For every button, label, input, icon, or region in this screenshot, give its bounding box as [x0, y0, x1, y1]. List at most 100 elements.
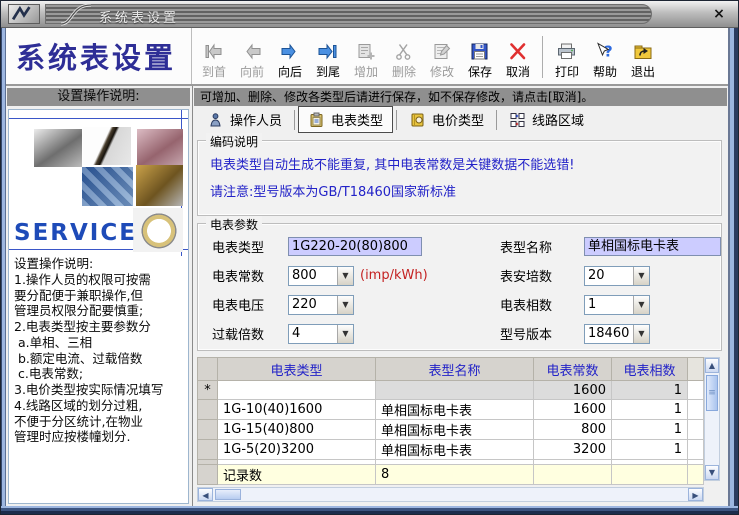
- ampere-combo[interactable]: 20 ▼: [584, 265, 650, 286]
- coding-note-2: 请注意:型号版本为GB/T18460国家新标准: [210, 185, 457, 200]
- ampere-label: 表安培数: [500, 270, 553, 285]
- cell-name[interactable]: [375, 380, 534, 400]
- goto-last-button[interactable]: 到尾: [309, 31, 347, 83]
- tab-meter-type[interactable]: 电表类型: [298, 106, 394, 133]
- tab-price-type[interactable]: 电价类型: [400, 107, 493, 132]
- meter-constant-label: 电表常数: [212, 270, 265, 285]
- combo-arrow-icon[interactable]: ▼: [337, 324, 353, 343]
- meter-constant-unit: (imp/kWh): [360, 268, 428, 283]
- prev-arrow-icon: [246, 43, 261, 59]
- go-next-button[interactable]: 向后: [271, 31, 309, 83]
- scrollbar-thumb[interactable]: [215, 489, 241, 500]
- col-phases[interactable]: 电表相数: [611, 357, 688, 381]
- phases-combo[interactable]: 1 ▼: [584, 294, 650, 315]
- col-meter-constant[interactable]: 电表常数: [533, 357, 612, 381]
- row-selector[interactable]: [197, 419, 218, 440]
- coding-description-group: 编码说明 电表类型自动生成不能重复, 其中电表常数是关键数据不能选错! 请注意:…: [197, 133, 722, 216]
- tab-separator: [496, 109, 498, 130]
- combo-arrow-icon[interactable]: ▼: [337, 266, 353, 285]
- delete-button[interactable]: 删除: [385, 31, 423, 83]
- add-record-icon: [358, 43, 375, 59]
- model-version-combo[interactable]: 18460 ▼: [584, 323, 650, 344]
- photo-tile-watch: [133, 208, 183, 252]
- window-title: 系统表设置: [99, 11, 180, 26]
- cell-constant[interactable]: 3200: [533, 439, 612, 460]
- cell-type[interactable]: 1G-15(40)800: [217, 419, 376, 440]
- scrollbar-track[interactable]: [705, 413, 719, 465]
- table-header-row: 电表类型 表型名称 电表常数 电表相数: [197, 357, 704, 381]
- tab-line-area[interactable]: 线路区域: [500, 107, 593, 132]
- cancel-button[interactable]: 取消: [499, 31, 537, 83]
- cell-phases[interactable]: 1: [611, 439, 688, 460]
- cell-phases[interactable]: 1: [611, 419, 688, 440]
- meter-type-field[interactable]: 1G220-20(80)800: [288, 237, 422, 256]
- table-row[interactable]: 1G-5(20)3200 单相国标电卡表 3200 1: [197, 439, 704, 460]
- help-button[interactable]: ? 帮助: [586, 31, 624, 83]
- photo-tile-photos: [137, 129, 183, 167]
- record-count-row: 记录数 8: [197, 464, 704, 485]
- voltage-label: 电表电压: [212, 299, 265, 314]
- modify-button[interactable]: 修改: [423, 31, 461, 83]
- col-meter-type[interactable]: 电表类型: [217, 357, 376, 381]
- horizontal-scrollbar[interactable]: ◀ ▶: [197, 487, 704, 502]
- cell-phases[interactable]: 1: [611, 399, 688, 420]
- meter-constant-combo[interactable]: 800 ▼: [288, 265, 354, 286]
- model-name-label: 表型名称: [500, 241, 553, 256]
- clipboard-icon: [310, 112, 323, 127]
- close-button[interactable]: ×: [709, 5, 729, 23]
- row-selector[interactable]: [197, 399, 218, 420]
- header-row: 系统表设置 到首 向前 向后 到尾 增加 删除 修改 保存 取消 打印 ? 帮助…: [1, 28, 738, 86]
- new-row-marker[interactable]: *: [197, 380, 218, 400]
- book-icon: [411, 113, 424, 126]
- svg-text:?: ?: [604, 42, 613, 60]
- photo-tile-keyboard: [82, 167, 133, 206]
- cell-type[interactable]: 1G-10(40)1600: [217, 399, 376, 420]
- scroll-right-icon[interactable]: ▶: [688, 488, 703, 501]
- exit-button[interactable]: 退出: [624, 31, 662, 83]
- cell-constant[interactable]: 1600: [533, 380, 612, 400]
- sidebar-panel: SERVICE 设置操作说明: 1.操作人员的权限可按需 要分配便于兼职操作,但…: [8, 109, 189, 504]
- cell-type[interactable]: [217, 380, 376, 400]
- window-border-bottom: [1, 506, 738, 514]
- model-name-field[interactable]: 单相国标电卡表: [584, 237, 721, 256]
- scrollbar-track[interactable]: [243, 488, 688, 501]
- meter-type-label: 电表类型: [212, 241, 265, 256]
- record-count-value: 8: [375, 464, 534, 485]
- combo-arrow-icon[interactable]: ▼: [633, 266, 649, 285]
- col-filler: [687, 357, 704, 381]
- scroll-up-icon[interactable]: ▲: [705, 358, 719, 373]
- scrollbar-thumb[interactable]: ≡: [706, 375, 718, 411]
- meter-type-grid: 电表类型 表型名称 电表常数 电表相数 * 1600 1 1G-10(40)16…: [197, 357, 728, 485]
- cell-phases[interactable]: 1: [611, 380, 688, 400]
- cell-name[interactable]: 单相国标电卡表: [375, 419, 534, 440]
- overload-combo[interactable]: 4 ▼: [288, 323, 354, 344]
- last-arrow-icon: [318, 43, 337, 59]
- combo-arrow-icon[interactable]: ▼: [633, 295, 649, 314]
- cell-constant[interactable]: 1600: [533, 399, 612, 420]
- combo-arrow-icon[interactable]: ▼: [633, 324, 649, 343]
- table-row[interactable]: 1G-10(40)1600 单相国标电卡表 1600 1: [197, 399, 704, 420]
- row-selector[interactable]: [197, 439, 218, 460]
- combo-arrow-icon[interactable]: ▼: [337, 295, 353, 314]
- tab-operators[interactable]: 操作人员: [198, 107, 291, 132]
- operation-instructions: 设置操作说明: 1.操作人员的权限可按需 要分配便于兼职操作,但 管理员权限分配…: [14, 256, 164, 445]
- col-model-name[interactable]: 表型名称: [375, 357, 534, 381]
- cell-name[interactable]: 单相国标电卡表: [375, 399, 534, 420]
- scroll-left-icon[interactable]: ◀: [198, 488, 213, 501]
- vertical-scrollbar[interactable]: ▲ ≡ ▼: [704, 357, 720, 481]
- voltage-combo[interactable]: 220 ▼: [288, 294, 354, 315]
- table-row[interactable]: 1G-15(40)800 单相国标电卡表 800 1: [197, 419, 704, 440]
- print-button[interactable]: 打印: [548, 31, 586, 83]
- table-new-row[interactable]: * 1600 1: [197, 380, 704, 400]
- add-button[interactable]: 增加: [347, 31, 385, 83]
- row-selector-header[interactable]: [197, 357, 218, 381]
- help-cursor-icon: ?: [597, 41, 613, 60]
- cell-name[interactable]: 单相国标电卡表: [375, 439, 534, 460]
- save-button[interactable]: 保存: [461, 31, 499, 83]
- toolbar: 到首 向前 向后 到尾 增加 删除 修改 保存 取消 打印 ? 帮助 退出: [195, 29, 736, 84]
- cell-constant[interactable]: 800: [533, 419, 612, 440]
- go-previous-button[interactable]: 向前: [233, 31, 271, 83]
- scroll-down-icon[interactable]: ▼: [705, 465, 719, 480]
- cell-type[interactable]: 1G-5(20)3200: [217, 439, 376, 460]
- goto-first-button[interactable]: 到首: [195, 31, 233, 83]
